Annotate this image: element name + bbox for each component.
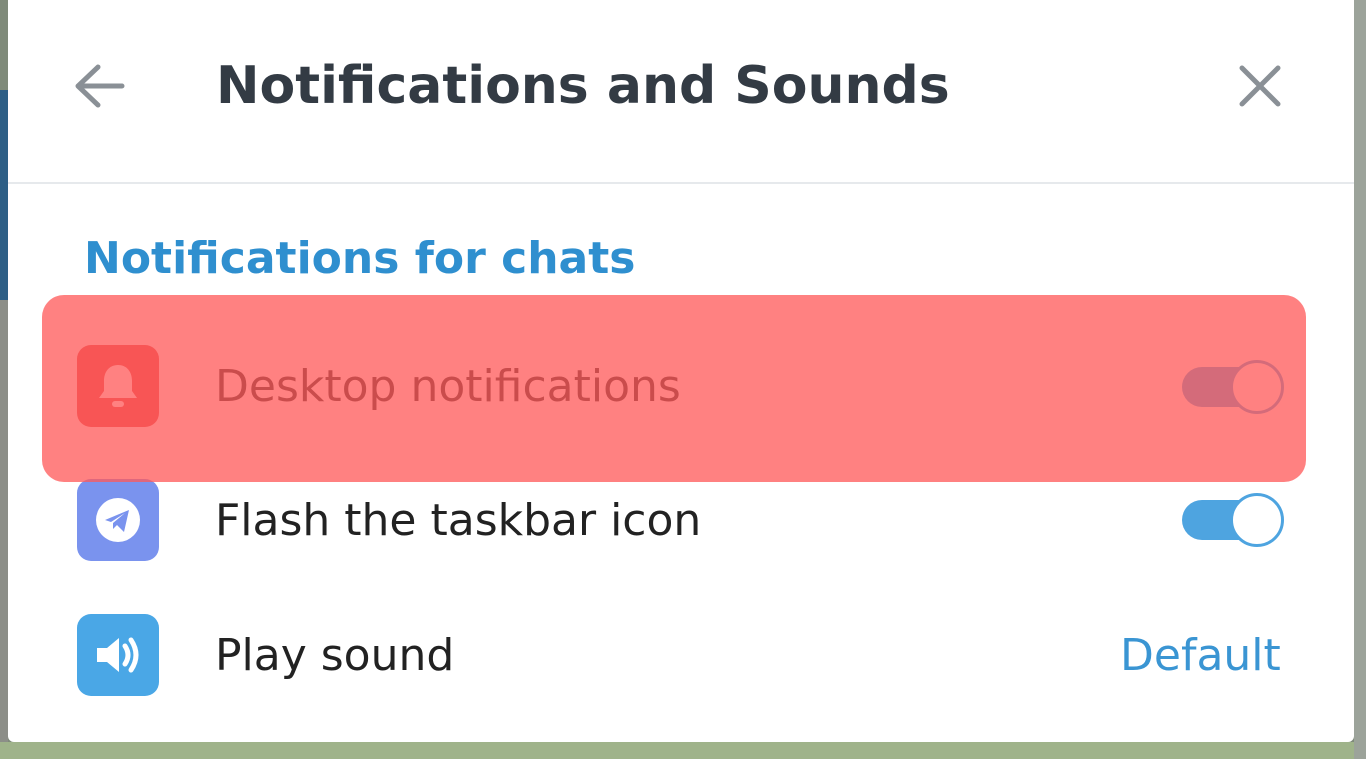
toggle-knob [1230,493,1284,547]
back-button[interactable] [64,52,136,120]
speaker-icon [77,614,159,696]
row-desktop-notifications[interactable]: Desktop notifications [8,322,1354,452]
settings-panel: Notifications and Sounds Notifications f… [8,0,1354,742]
row-flash-taskbar-icon[interactable]: Flash the taskbar icon [8,455,1354,585]
background-strip-right [1354,0,1366,759]
row-play-sound[interactable]: Play sound Default [8,590,1354,720]
row-label: Flash the taskbar icon [215,495,702,546]
flash-taskbar-toggle[interactable] [1182,493,1284,547]
background-strip [0,300,8,759]
row-label: Play sound [215,630,455,681]
desktop-notifications-toggle[interactable] [1182,360,1284,414]
section-title: Notifications for chats [84,233,636,284]
background-strip-blue [0,90,8,300]
telegram-plane-icon [77,479,159,561]
page-title: Notifications and Sounds [216,56,950,116]
toggle-knob [1230,360,1284,414]
close-icon [1239,65,1281,107]
arrow-left-icon [75,64,125,108]
close-button[interactable] [1226,52,1294,120]
row-label: Desktop notifications [215,361,681,412]
panel-header: Notifications and Sounds [8,0,1354,184]
background-chat-wallpaper [0,742,1366,759]
sound-value-link[interactable]: Default [1120,623,1281,689]
bell-icon [77,345,159,427]
